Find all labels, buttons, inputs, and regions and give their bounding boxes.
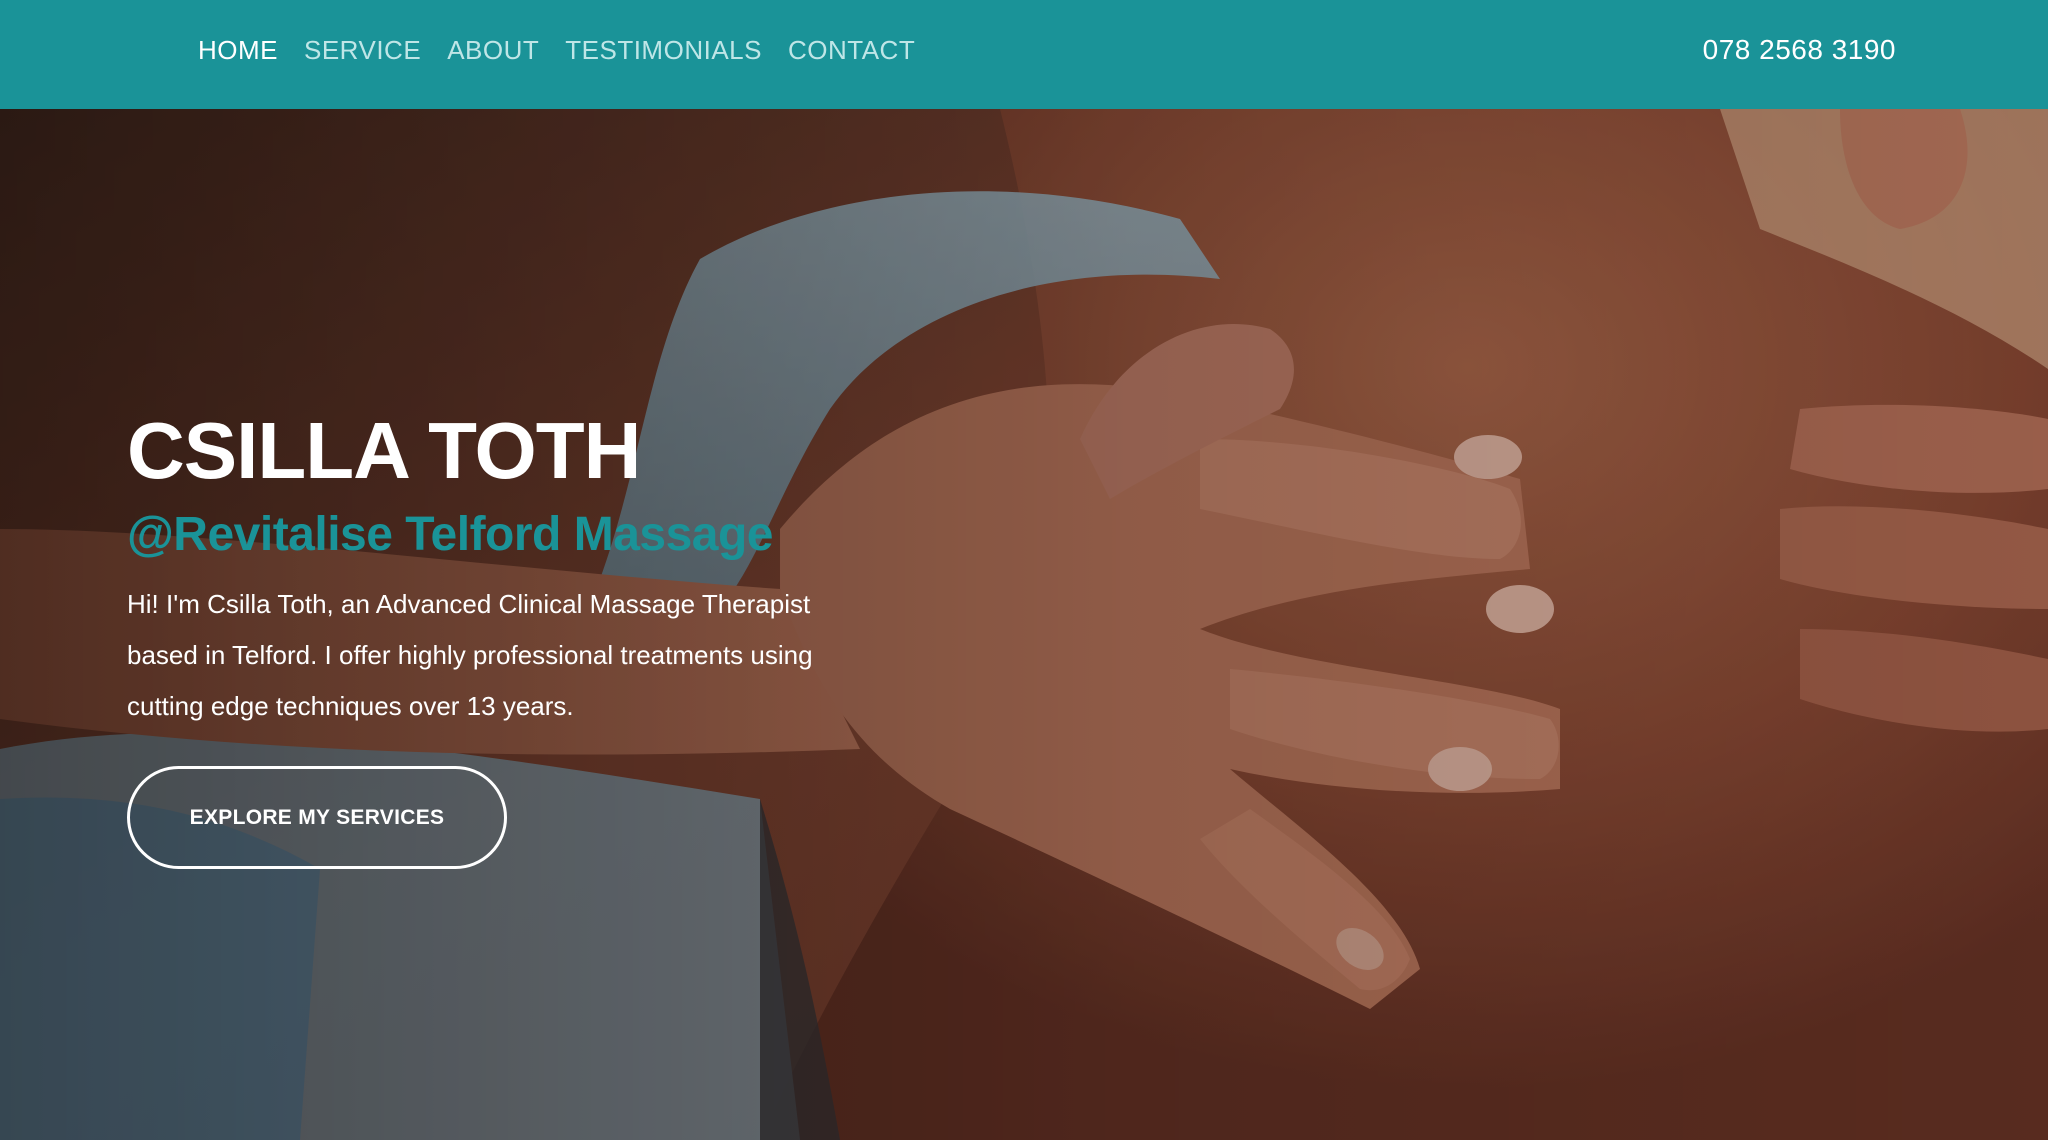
hero-description: Hi! I'm Csilla Toth, an Advanced Clinica…: [127, 589, 813, 721]
nav-link-testimonials[interactable]: TESTIMONIALS: [565, 35, 762, 66]
hero-content: CSILLA TOTH @Revitalise Telford Massage …: [127, 409, 927, 869]
phone-number-link[interactable]: 078 2568 3190: [1703, 0, 1896, 100]
page: HOME SERVICE ABOUT TESTIMONIALS CONTACT …: [0, 0, 2048, 1140]
hero-section: CSILLA TOTH @Revitalise Telford Massage …: [0, 109, 2048, 1140]
hero-subtitle: @Revitalise Telford Massage: [127, 508, 773, 561]
main-nav: HOME SERVICE ABOUT TESTIMONIALS CONTACT: [198, 0, 915, 100]
nav-link-home[interactable]: HOME: [198, 35, 278, 66]
top-navbar: HOME SERVICE ABOUT TESTIMONIALS CONTACT …: [0, 0, 2048, 109]
nav-link-about[interactable]: ABOUT: [447, 35, 539, 66]
nav-link-contact[interactable]: CONTACT: [788, 35, 915, 66]
nav-link-service[interactable]: SERVICE: [304, 35, 421, 66]
explore-services-button[interactable]: EXPLORE MY SERVICES: [127, 766, 507, 869]
hero-title: CSILLA TOTH: [127, 406, 641, 495]
